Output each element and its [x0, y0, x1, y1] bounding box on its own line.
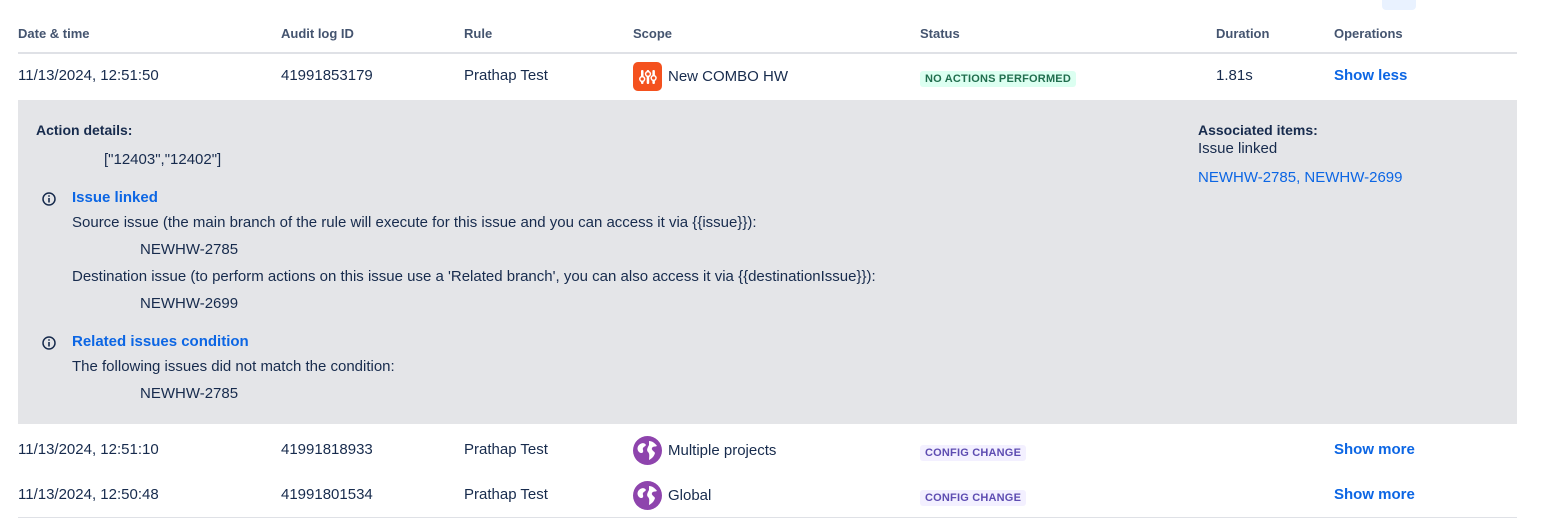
column-header-date[interactable]: Date & time: [18, 26, 90, 41]
row-audit-id: 41991818933: [281, 441, 373, 458]
section-line: Source issue (the main branch of the rul…: [72, 214, 757, 231]
show-more-link[interactable]: Show more: [1334, 441, 1415, 458]
action-details-label: Action details:: [36, 122, 133, 138]
status-badge: CONFIG CHANGE: [920, 443, 1027, 461]
row-duration: 1.81s: [1216, 67, 1253, 84]
table-row: 11/13/2024, 12:50:48 41991801534 Prathap…: [18, 473, 1517, 518]
project-avatar-icon: [633, 62, 662, 91]
row-scope: Global: [633, 481, 711, 510]
row-audit-id: 41991853179: [281, 67, 373, 84]
info-icon: [42, 192, 56, 206]
column-header-status[interactable]: Status: [920, 26, 960, 41]
column-header-audit-id[interactable]: Audit log ID: [281, 26, 354, 41]
row-scope: Multiple projects: [633, 436, 776, 465]
status-badge: NO ACTIONS PERFORMED: [920, 69, 1076, 87]
row-scope-label: Multiple projects: [668, 442, 777, 459]
status-lozenge: CONFIG CHANGE: [920, 490, 1027, 506]
action-details-value: ["12403","12402"]: [104, 151, 222, 168]
section-title-related-issues-condition[interactable]: Related issues condition: [72, 333, 249, 350]
info-icon: [42, 336, 56, 350]
column-header-operations: Operations: [1334, 26, 1403, 41]
column-header-rule[interactable]: Rule: [464, 26, 492, 41]
row-rule[interactable]: Prathap Test: [464, 486, 548, 503]
row-scope-label: Global: [668, 487, 712, 504]
audit-log-page: Date & time Audit log ID Rule Scope Stat…: [0, 0, 1543, 520]
row-rule[interactable]: Prathap Test: [464, 67, 548, 84]
row-date: 11/13/2024, 12:51:50: [18, 67, 159, 84]
destination-issue-key: NEWHW-2699: [140, 295, 239, 312]
toolbar-button-stub[interactable]: [1382, 0, 1416, 10]
associated-items-type: Issue linked: [1198, 140, 1278, 157]
section-title-issue-linked[interactable]: Issue linked: [72, 189, 158, 206]
row-date: 11/13/2024, 12:50:48: [18, 486, 159, 503]
table-header: Date & time Audit log ID Rule Scope Stat…: [18, 22, 1517, 54]
row-scope: New COMBO HW: [633, 62, 788, 91]
status-badge: CONFIG CHANGE: [920, 488, 1027, 506]
associated-items-label: Associated items:: [1198, 122, 1318, 138]
section-line: Destination issue (to perform actions on…: [72, 268, 876, 285]
globe-icon: [633, 481, 662, 510]
row-audit-id: 41991801534: [281, 486, 373, 503]
column-header-scope[interactable]: Scope: [633, 26, 672, 41]
row-details-panel: Action details: ["12403","12402"] Issue …: [18, 100, 1517, 424]
status-lozenge: NO ACTIONS PERFORMED: [920, 71, 1076, 87]
associated-issue-links[interactable]: NEWHW-2785, NEWHW-2699: [1198, 169, 1403, 186]
globe-icon: [633, 436, 662, 465]
column-header-duration[interactable]: Duration: [1216, 26, 1269, 41]
row-date: 11/13/2024, 12:51:10: [18, 441, 159, 458]
row-scope-label: New COMBO HW: [668, 68, 788, 85]
unmatched-issue-key: NEWHW-2785: [140, 385, 239, 402]
section-line: The following issues did not match the c…: [72, 358, 395, 375]
search-icon[interactable]: [1466, 0, 1488, 6]
status-lozenge: CONFIG CHANGE: [920, 445, 1027, 461]
table-row: 11/13/2024, 12:51:50 41991853179 Prathap…: [18, 54, 1517, 98]
table-row: 11/13/2024, 12:51:10 41991818933 Prathap…: [18, 428, 1517, 472]
source-issue-key: NEWHW-2785: [140, 241, 239, 258]
show-more-link[interactable]: Show more: [1334, 486, 1415, 503]
show-less-link[interactable]: Show less: [1334, 67, 1407, 84]
row-rule[interactable]: Prathap Test: [464, 441, 548, 458]
